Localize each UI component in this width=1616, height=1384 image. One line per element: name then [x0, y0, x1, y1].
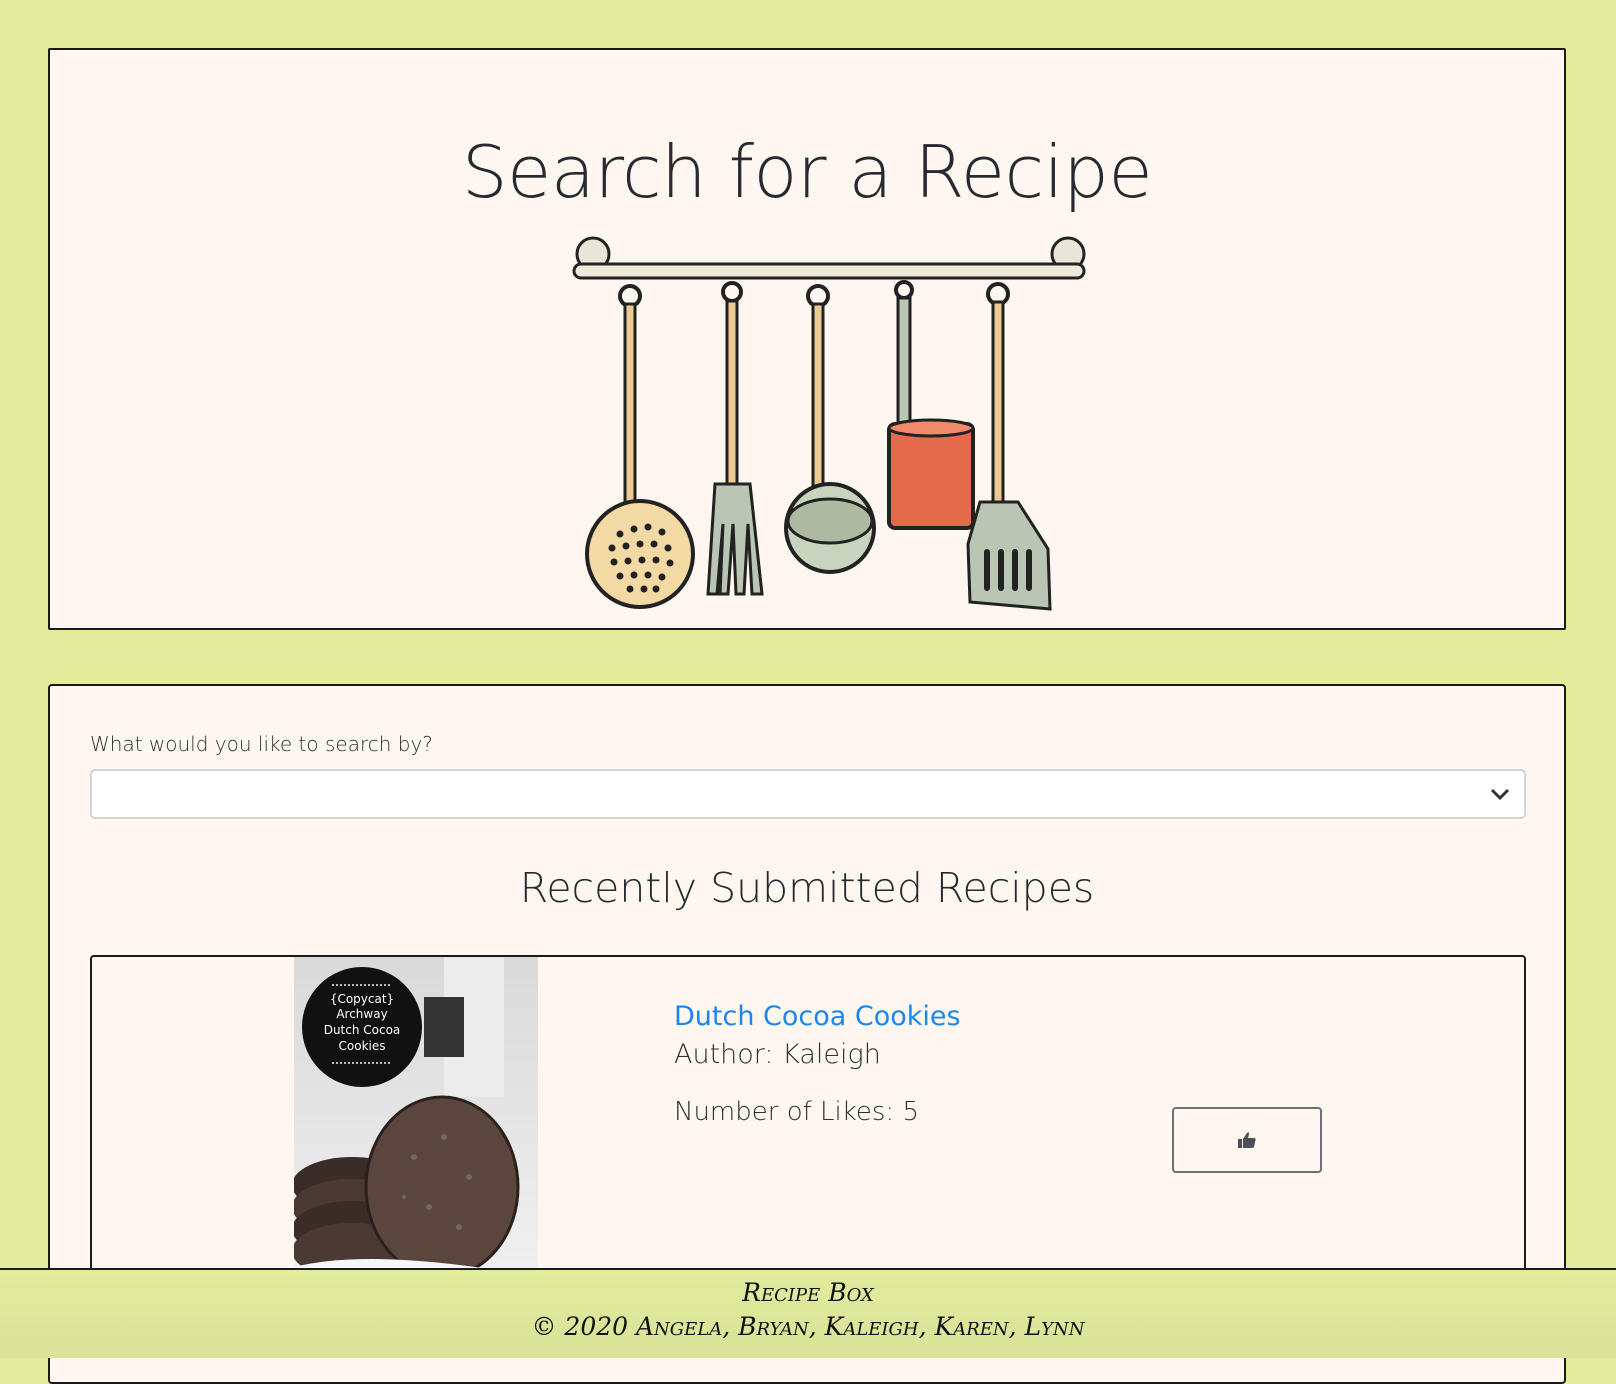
like-button[interactable]: [1172, 1107, 1322, 1173]
recipe-image-text-2: Archway: [336, 1007, 387, 1021]
hero-panel: Search for a Recipe: [48, 48, 1566, 630]
search-by-select[interactable]: [90, 769, 1526, 819]
recipe-title-link[interactable]: Dutch Cocoa Cookies: [674, 1001, 961, 1032]
recipe-image[interactable]: {Copycat} Archway Dutch Cocoa Cookies: [294, 957, 538, 1297]
thumbs-up-icon: [1238, 1132, 1256, 1148]
recipe-image-text-3: Dutch Cocoa: [324, 1023, 401, 1037]
kitchen-utensils-illustration: [572, 236, 1086, 611]
footer-brand: Recipe Box: [742, 1278, 874, 1307]
recipe-likes-count: Number of Likes: 5: [674, 1097, 919, 1127]
footer-copyright: © 2020 Angela, Bryan, Kaleigh, Karen, Ly…: [531, 1312, 1085, 1341]
footer: Recipe Box © 2020 Angela, Bryan, Kaleigh…: [0, 1268, 1616, 1358]
recipe-image-text-1: {Copycat}: [330, 992, 394, 1006]
recipe-author: Author: Kaleigh: [674, 1039, 881, 1070]
search-by-label: What would you like to search by?: [90, 732, 433, 756]
chevron-down-icon: [1490, 788, 1510, 801]
recent-recipes-heading: Recently Submitted Recipes: [519, 864, 1095, 912]
recipe-image-text-4: Cookies: [339, 1039, 386, 1053]
